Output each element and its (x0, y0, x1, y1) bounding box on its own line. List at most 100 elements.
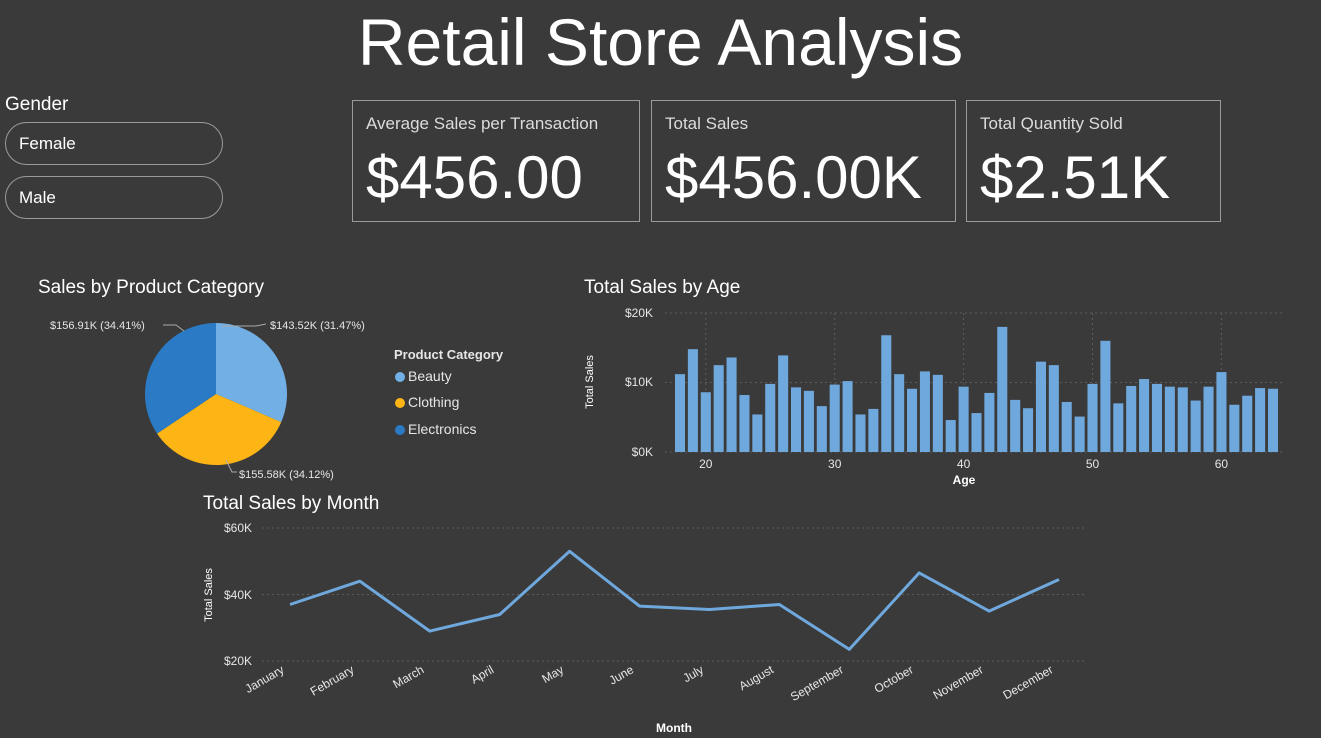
slicer-option-female[interactable]: Female (5, 122, 223, 165)
age-bar[interactable] (1035, 361, 1046, 452)
legend-label-beauty[interactable]: Beauty (408, 368, 452, 384)
age-bar[interactable] (971, 413, 982, 452)
y-tick-label: $0K (632, 445, 653, 459)
age-bar[interactable] (958, 386, 969, 452)
kpi-value: $2.51K (980, 144, 1171, 211)
age-bar[interactable] (765, 383, 776, 452)
dashboard-title: Retail Store Analysis (357, 5, 964, 79)
age-bar[interactable] (1010, 399, 1021, 453)
age-bar[interactable] (881, 335, 892, 452)
age-bar[interactable] (829, 384, 840, 452)
x-tick-label: 30 (828, 457, 842, 471)
pie-data-label: $155.58K (34.12%) (239, 469, 334, 481)
age-bar[interactable] (713, 365, 724, 453)
x-tick-label: November (931, 662, 986, 702)
age-bar[interactable] (1229, 404, 1240, 452)
age-bar[interactable] (778, 355, 789, 452)
age-bar[interactable] (894, 374, 905, 452)
age-bar[interactable] (739, 395, 750, 452)
age-bar[interactable] (726, 357, 737, 452)
x-tick-label: October (872, 662, 916, 695)
age-bar[interactable] (816, 406, 827, 452)
age-bar[interactable] (752, 414, 763, 452)
x-tick-label: 60 (1215, 457, 1229, 471)
x-tick-label: 40 (957, 457, 971, 471)
pie-legend-title: Product Category (394, 347, 504, 362)
age-bar[interactable] (1087, 383, 1098, 452)
kpi-label: Total Quantity Sold (980, 114, 1123, 133)
age-bar[interactable] (1203, 386, 1214, 452)
age-bar[interactable] (1164, 386, 1175, 452)
age-bar[interactable] (868, 408, 879, 452)
age-bar[interactable] (1023, 408, 1034, 453)
age-bar[interactable] (1177, 387, 1188, 452)
age-bar[interactable] (1100, 340, 1111, 452)
age-chart-title: Total Sales by Age (584, 277, 741, 298)
kpi-card-total-sales: Total Sales $456.00K (651, 100, 956, 222)
age-bar[interactable] (1074, 416, 1085, 453)
x-tick-label: 50 (1086, 457, 1100, 471)
age-bar[interactable] (842, 381, 853, 452)
month-line-chart[interactable]: January February March April May June July Augu… (190, 515, 1110, 738)
age-bar[interactable] (1113, 403, 1124, 452)
age-bar[interactable] (855, 414, 866, 452)
kpi-card-total-quantity: Total Quantity Sold $2.51K (966, 100, 1221, 222)
kpi-label: Average Sales per Transaction (366, 114, 599, 133)
x-tick-label: 20 (699, 457, 713, 471)
y-tick-label: $10K (625, 375, 653, 389)
x-axis-label: Month (656, 721, 692, 735)
age-bar[interactable] (984, 392, 995, 452)
gender-slicer-label: Gender (5, 94, 69, 115)
age-bar[interactable] (790, 387, 802, 452)
slicer-option-male[interactable]: Male (5, 176, 223, 219)
age-bar[interactable] (1139, 379, 1150, 452)
pie-data-label: $143.52K (31.47%) (270, 320, 365, 332)
legend-label-electronics[interactable]: Electronics (408, 421, 476, 437)
age-bar[interactable] (932, 374, 943, 452)
y-axis-label: Total Sales (203, 568, 215, 622)
x-tick-label: February (308, 662, 357, 698)
y-tick-label: $60K (224, 521, 252, 535)
age-bar[interactable] (907, 388, 918, 452)
sales-line (289, 549, 1060, 651)
x-tick-label: September (788, 662, 846, 703)
age-bar[interactable] (700, 392, 711, 452)
age-bar[interactable] (1242, 395, 1253, 452)
legend-marker-clothing (395, 398, 405, 408)
age-bar-chart[interactable]: 20 30 40 50 60 $20K $10K $0K Total Sales Age (560, 300, 1300, 492)
age-bar[interactable] (919, 371, 930, 452)
age-bar[interactable] (945, 420, 956, 452)
age-bar[interactable] (687, 349, 698, 452)
pie-data-label: $156.91K (34.41%) (50, 320, 145, 332)
y-axis-label: Total Sales (584, 355, 596, 409)
x-tick-label: July (681, 662, 706, 685)
kpi-label: Total Sales (665, 114, 749, 133)
kpi-value: $456.00 (366, 144, 583, 211)
x-tick-label: December (1001, 662, 1056, 702)
x-axis-label: Age (953, 473, 976, 487)
age-bar[interactable] (674, 374, 686, 452)
x-tick-label: June (606, 662, 636, 687)
age-bar[interactable] (997, 326, 1008, 452)
pie-leader-line (163, 324, 185, 332)
kpi-value: $456.00K (665, 144, 922, 211)
age-bar[interactable] (1216, 372, 1227, 452)
age-bar[interactable] (1048, 365, 1059, 453)
age-bar[interactable] (1190, 400, 1201, 452)
pie-chart-title: Sales by Product Category (38, 277, 265, 298)
age-bar[interactable] (803, 390, 814, 452)
age-bar[interactable] (1061, 401, 1072, 452)
x-tick-label: April (468, 662, 496, 686)
pie-chart[interactable]: $156.91K (34.41%) $143.52K (31.47%) $155… (0, 300, 560, 490)
y-tick-label: $20K (224, 654, 252, 668)
month-chart-title: Total Sales by Month (203, 493, 380, 514)
age-bar[interactable] (1255, 388, 1266, 452)
age-bar[interactable] (1151, 383, 1163, 452)
age-bar[interactable] (1126, 385, 1137, 452)
legend-marker-electronics (395, 425, 405, 435)
x-tick-label: August (737, 662, 777, 693)
kpi-card-avg-sales: Average Sales per Transaction $456.00 (352, 100, 640, 222)
legend-label-clothing[interactable]: Clothing (408, 394, 459, 410)
age-bar[interactable] (1267, 388, 1279, 452)
y-tick-label: $20K (625, 306, 653, 320)
